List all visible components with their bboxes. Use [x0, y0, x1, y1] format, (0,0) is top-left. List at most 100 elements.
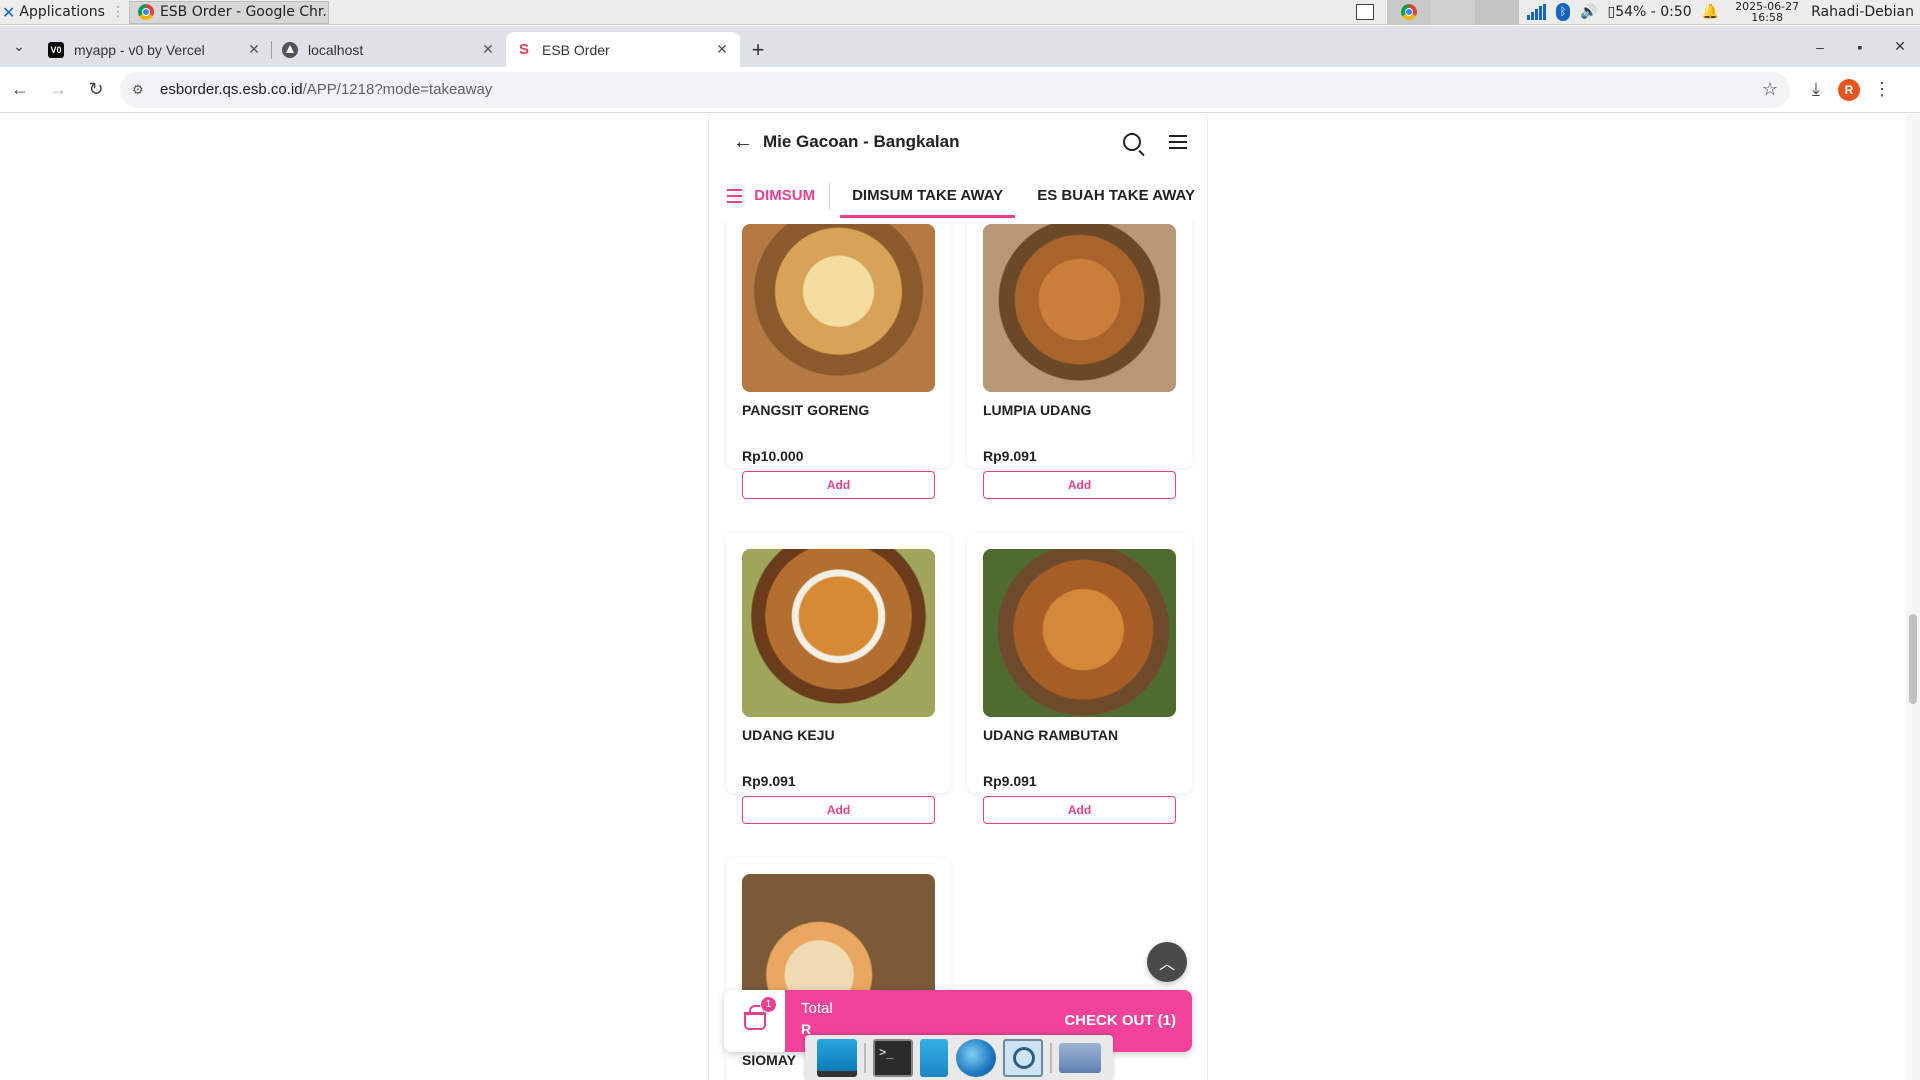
back-arrow-icon[interactable]: ← — [733, 131, 753, 154]
workspace-2[interactable] — [1387, 0, 1432, 25]
product-grid: PANGSIT GORENG Rp10.000 Add LUMPIA UDANG… — [709, 222, 1207, 1080]
taskbar-item-chrome[interactable]: ESB Order - Google Chr... — [128, 0, 329, 24]
app-finder-icon[interactable] — [1002, 1038, 1043, 1077]
product-card[interactable]: PANGSIT GORENG Rp10.000 Add — [726, 222, 951, 499]
url-path: /APP/1218?mode=takeaway — [302, 81, 493, 98]
cart-count-badge: 1 — [760, 996, 777, 1013]
close-icon[interactable]: ✕ — [714, 41, 730, 58]
tab-esb-order[interactable]: S ESB Order ✕ — [506, 32, 740, 67]
page-viewport: ← Mie Gacoan - Bangkalan DIMSUM DIMSUM T… — [0, 114, 1920, 1080]
download-icon[interactable]: ⤓ — [1804, 79, 1828, 100]
close-icon[interactable]: ✕ — [246, 41, 262, 58]
product-image[interactable] — [742, 224, 935, 392]
url-host: esborder.qs.esb.co.id — [160, 81, 303, 98]
close-window-button[interactable]: ✕ — [1880, 38, 1920, 55]
tab-search-chevron-icon[interactable]: ⌄ — [0, 26, 38, 67]
window-icon — [1356, 4, 1375, 20]
checkout-button[interactable]: CHECK OUT (1) — [1064, 1012, 1176, 1029]
dock-separator — [1050, 1042, 1053, 1073]
product-name: UDANG RAMBUTAN — [983, 727, 1119, 743]
more-menu-icon[interactable]: ⋮ — [1870, 79, 1894, 100]
reload-button[interactable]: ↻ — [78, 72, 114, 108]
site-info-icon[interactable]: ⚙ — [132, 82, 152, 98]
store-name: Mie Gacoan - Bangkalan — [763, 132, 960, 151]
app-header: ← Mie Gacoan - Bangkalan — [709, 114, 1207, 170]
product-card[interactable]: LUMPIA UDANG Rp9.091 Add — [967, 222, 1192, 499]
show-desktop-icon[interactable] — [816, 1038, 857, 1077]
new-tab-button[interactable]: + — [740, 32, 776, 67]
page-scrollbar[interactable] — [1906, 114, 1920, 1080]
xfce-icon: ✕ — [2, 2, 16, 22]
battery-label: 54% - 0:50 — [1615, 4, 1692, 20]
os-top-panel: ✕ Applications ⋮ ESB Order - Google Chr.… — [0, 0, 1920, 25]
tab-myapp[interactable]: V0 myapp - v0 by Vercel ✕ — [38, 32, 272, 67]
product-name: UDANG KEJU — [742, 727, 835, 743]
desktop-dock: >_ — [805, 1035, 1113, 1080]
cart-button[interactable]: 1 — [724, 990, 785, 1052]
product-card[interactable]: UDANG RAMBUTAN Rp9.091 Add — [967, 533, 1192, 824]
tab-title: localhost — [308, 41, 364, 58]
clock-time: 16:58 — [1751, 11, 1783, 24]
plus-icon: + — [751, 36, 765, 62]
minimize-button[interactable]: – — [1800, 39, 1840, 55]
add-button[interactable]: Add — [742, 471, 935, 499]
chrome-icon — [137, 4, 154, 20]
product-price: Rp10.000 — [742, 448, 804, 464]
category-menu-label[interactable]: DIMSUM — [754, 182, 831, 210]
scroll-thumb[interactable] — [1909, 614, 1917, 704]
tab-es-buah-take-away[interactable]: ES BUAH TAKE AWAY — [1025, 170, 1207, 222]
product-card[interactable]: UDANG KEJU Rp9.091 Add — [726, 533, 951, 824]
bookmark-star-icon[interactable]: ☆ — [1762, 79, 1778, 100]
localhost-icon — [282, 41, 298, 58]
clock[interactable]: 2025-06-27 16:58 — [1727, 1, 1807, 23]
web-browser-icon[interactable] — [955, 1038, 996, 1077]
bluetooth-icon[interactable]: ᛒ — [1556, 3, 1571, 21]
battery-status[interactable]: ▯54% - 0:50 — [1607, 4, 1691, 20]
network-signal-icon[interactable] — [1527, 4, 1547, 20]
product-name: PANGSIT GORENG — [742, 402, 870, 418]
panel-separator: ⋮ — [110, 4, 125, 20]
product-price: Rp9.091 — [983, 448, 1037, 464]
profile-avatar[interactable]: R — [1838, 78, 1860, 101]
scroll-to-top-button[interactable]: ︿ — [1147, 942, 1187, 982]
tab-title: ESB Order — [542, 41, 610, 58]
esb-icon: S — [518, 40, 529, 58]
forward-button[interactable]: → — [40, 72, 76, 108]
browser-tab-strip: ⌄ V0 myapp - v0 by Vercel ✕ localhost ✕ … — [0, 26, 1920, 67]
arrow-left-icon: ← — [11, 79, 29, 99]
arrow-right-icon: → — [49, 79, 67, 99]
browser-toolbar: ← → ↻ ⚙ esborder.qs.esb.co.id/APP/1218?m… — [0, 67, 1920, 113]
tab-localhost[interactable]: localhost ✕ — [272, 32, 506, 67]
notification-bell-icon[interactable]: 🔔 — [1702, 4, 1719, 20]
terminal-icon[interactable]: >_ — [873, 1038, 914, 1077]
file-manager-icon[interactable] — [920, 1038, 949, 1077]
tab-title: myapp - v0 by Vercel — [74, 41, 205, 58]
product-image[interactable] — [742, 549, 935, 717]
maximize-button[interactable]: ▪ — [1840, 39, 1880, 55]
dock-separator — [863, 1042, 866, 1073]
home-folder-icon[interactable] — [1059, 1042, 1102, 1073]
add-button[interactable]: Add — [983, 471, 1176, 499]
add-button[interactable]: Add — [742, 796, 935, 824]
add-button[interactable]: Add — [983, 796, 1176, 824]
tab-dimsum-take-away[interactable]: DIMSUM TAKE AWAY — [840, 170, 1016, 222]
menu-icon[interactable] — [1169, 135, 1187, 149]
chrome-icon — [1401, 4, 1418, 20]
volume-icon[interactable]: 🔊 — [1580, 4, 1597, 20]
workspace-3[interactable] — [1431, 0, 1476, 25]
category-list-icon[interactable] — [727, 189, 743, 203]
chevron-up-icon: ︿ — [1158, 956, 1175, 973]
close-icon[interactable]: ✕ — [480, 41, 496, 58]
back-button[interactable]: ← — [2, 72, 38, 108]
applications-menu[interactable]: ✕ Applications — [0, 0, 111, 25]
workspace-1[interactable] — [1343, 0, 1387, 25]
user-name[interactable]: Rahadi-Debian — [1807, 4, 1920, 20]
search-icon[interactable] — [1123, 133, 1141, 151]
product-image[interactable] — [983, 224, 1176, 392]
address-bar[interactable]: ⚙ esborder.qs.esb.co.id/APP/1218?mode=ta… — [120, 71, 1790, 108]
workspace-4[interactable] — [1475, 0, 1520, 25]
basket-icon — [743, 1005, 766, 1030]
product-image[interactable] — [983, 549, 1176, 717]
reload-icon: ↻ — [88, 79, 104, 99]
esb-order-app: ← Mie Gacoan - Bangkalan DIMSUM DIMSUM T… — [708, 114, 1208, 1080]
